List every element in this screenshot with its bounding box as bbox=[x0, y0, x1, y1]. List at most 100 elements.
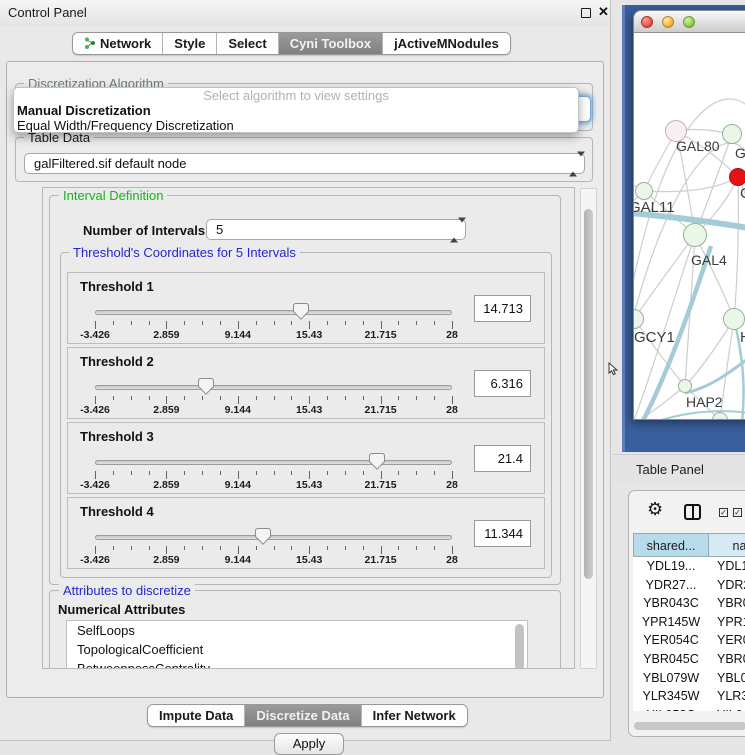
slider-thumb[interactable] bbox=[293, 303, 309, 320]
scale-label: 9.144 bbox=[225, 479, 251, 491]
slider-thumb[interactable] bbox=[369, 453, 385, 470]
tick-mark bbox=[238, 321, 239, 329]
thresholds-group: Threshold's Coordinates for 5 Intervals … bbox=[60, 252, 552, 578]
threshold-slider[interactable] bbox=[95, 376, 452, 406]
slider-track[interactable] bbox=[95, 460, 452, 465]
network-edge bbox=[639, 411, 745, 420]
slider-track[interactable] bbox=[95, 535, 452, 540]
network-view-window[interactable]: GAL80 GA C GAL11 GAL4 GCY1 H HAP2 bbox=[633, 10, 745, 420]
threshold-value-field[interactable]: 14.713 bbox=[474, 295, 531, 322]
table-row[interactable]: YBR043CYBR0 bbox=[633, 594, 745, 613]
table-body: YDL19...YDL1YDR27...YDR2YBR043CYBR0YPR14… bbox=[633, 557, 745, 711]
tick-mark bbox=[363, 396, 364, 400]
number-of-intervals-combo[interactable]: 5 bbox=[206, 219, 466, 240]
tick-mark bbox=[184, 396, 185, 400]
algorithm-option[interactable]: Equal Width/Frequency Discretization bbox=[14, 118, 578, 133]
panel-scrollbar-thumb[interactable] bbox=[584, 209, 593, 579]
tick-mark bbox=[452, 471, 453, 479]
tick-mark bbox=[434, 471, 435, 475]
minimize-traffic-light-icon[interactable] bbox=[662, 16, 674, 28]
network-window-titlebar[interactable] bbox=[634, 11, 745, 33]
table-row[interactable]: YIL052CYIL0 bbox=[633, 706, 745, 711]
tab-cyni-toolbox[interactable]: Cyni Toolbox bbox=[278, 33, 382, 54]
table-row[interactable]: YDL19...YDL1 bbox=[633, 557, 745, 576]
tab-infer-network[interactable]: Infer Network bbox=[361, 705, 467, 726]
close-icon[interactable]: ✕ bbox=[598, 4, 609, 20]
network-node-selected[interactable] bbox=[729, 168, 745, 186]
tick-mark bbox=[381, 396, 382, 404]
slider-thumb[interactable] bbox=[255, 528, 271, 545]
threshold-label: Threshold 2 bbox=[80, 354, 154, 369]
tab-discretize-data[interactable]: Discretize Data bbox=[244, 705, 360, 726]
tick-mark bbox=[256, 471, 257, 475]
scale-label: 28 bbox=[446, 554, 458, 566]
tick-mark bbox=[113, 471, 114, 475]
table-row[interactable]: YBL079WYBL0 bbox=[633, 669, 745, 688]
tab-label: Network bbox=[100, 36, 151, 51]
apply-button[interactable]: Apply bbox=[274, 733, 344, 755]
close-traffic-light-icon[interactable] bbox=[641, 16, 653, 28]
threshold-value-field[interactable]: 21.4 bbox=[474, 445, 531, 472]
algorithm-option[interactable]: Manual Discretization bbox=[14, 103, 578, 118]
slider-track[interactable] bbox=[95, 385, 452, 390]
horizontal-scrollbar-thumb[interactable] bbox=[634, 722, 745, 730]
threshold-slider[interactable] bbox=[95, 451, 452, 481]
attribute-list-item[interactable]: SelfLoops bbox=[67, 621, 527, 640]
tick-mark bbox=[256, 546, 257, 550]
tab-style[interactable]: Style bbox=[162, 33, 216, 54]
combo-spinner-icon[interactable] bbox=[450, 222, 457, 237]
tick-mark bbox=[95, 546, 96, 554]
scale-label: 9.144 bbox=[225, 329, 251, 341]
slider-thumb[interactable] bbox=[198, 378, 214, 395]
attribute-table: shared... na YDL19...YDL1YDR27...YDR2YBR… bbox=[633, 533, 745, 711]
scale-label: 15.43 bbox=[296, 554, 322, 566]
tick-mark bbox=[274, 471, 275, 475]
tick-mark bbox=[95, 321, 96, 329]
column-header[interactable]: shared... bbox=[633, 533, 709, 557]
tab-network[interactable]: Network bbox=[73, 33, 162, 54]
combo-spinner-icon[interactable] bbox=[569, 156, 576, 171]
network-node[interactable] bbox=[723, 308, 745, 330]
tick-mark bbox=[345, 396, 346, 400]
tick-mark bbox=[202, 471, 203, 475]
network-node[interactable] bbox=[683, 223, 707, 247]
table-row[interactable]: YBR045CYBR0 bbox=[633, 650, 745, 669]
column-header[interactable]: na bbox=[709, 533, 745, 557]
tab-jactivemnodules[interactable]: jActiveMNodules bbox=[382, 33, 510, 54]
column-split-icon[interactable] bbox=[684, 504, 701, 520]
checkbox-icon[interactable]: ✓ bbox=[719, 508, 728, 517]
threshold-slider[interactable] bbox=[95, 526, 452, 556]
tick-mark bbox=[434, 546, 435, 550]
algorithm-placeholder-item[interactable]: Select algorithm to view settings bbox=[14, 88, 578, 103]
list-scrollbar-thumb[interactable] bbox=[515, 624, 524, 669]
panel-scrollbar-track[interactable] bbox=[580, 188, 597, 669]
table-data-combo[interactable]: galFiltered.sif default node bbox=[24, 153, 585, 174]
table-row[interactable]: YLR345WYLR3 bbox=[633, 687, 745, 706]
zoom-traffic-light-icon[interactable] bbox=[683, 16, 695, 28]
tab-select[interactable]: Select bbox=[216, 33, 277, 54]
tick-mark bbox=[184, 471, 185, 475]
tick-mark bbox=[238, 546, 239, 554]
network-node[interactable] bbox=[635, 182, 653, 200]
threshold-value-field[interactable]: 11.344 bbox=[474, 520, 531, 547]
gear-icon[interactable]: ⚙ bbox=[647, 499, 663, 520]
checkbox-icon[interactable]: ✓ bbox=[733, 508, 742, 517]
network-node[interactable] bbox=[722, 124, 742, 144]
network-node[interactable] bbox=[678, 379, 692, 393]
attribute-list-item[interactable]: TopologicalCoefficient bbox=[67, 640, 527, 659]
slider-scale-labels: -3.4262.8599.14415.4321.71528 bbox=[95, 404, 452, 416]
tab-impute-data[interactable]: Impute Data bbox=[148, 705, 244, 726]
threshold-slider[interactable] bbox=[95, 301, 452, 331]
threshold-value-field[interactable]: 6.316 bbox=[474, 370, 531, 397]
attribute-list-item[interactable]: BetweennessCentrality bbox=[67, 659, 527, 669]
table-row[interactable]: YER054CYER0 bbox=[633, 631, 745, 650]
float-window-icon[interactable] bbox=[581, 8, 591, 18]
tab-label: Style bbox=[174, 36, 205, 51]
attributes-list[interactable]: SelfLoopsTopologicalCoefficientBetweenne… bbox=[66, 620, 528, 669]
tick-mark bbox=[309, 471, 310, 479]
network-canvas[interactable]: GAL80 GA C GAL11 GAL4 GCY1 H HAP2 bbox=[634, 33, 745, 420]
table-row[interactable]: YPR145WYPR1 bbox=[633, 613, 745, 632]
table-row[interactable]: YDR27...YDR2 bbox=[633, 576, 745, 595]
tick-mark bbox=[381, 321, 382, 329]
slider-track[interactable] bbox=[95, 310, 452, 315]
